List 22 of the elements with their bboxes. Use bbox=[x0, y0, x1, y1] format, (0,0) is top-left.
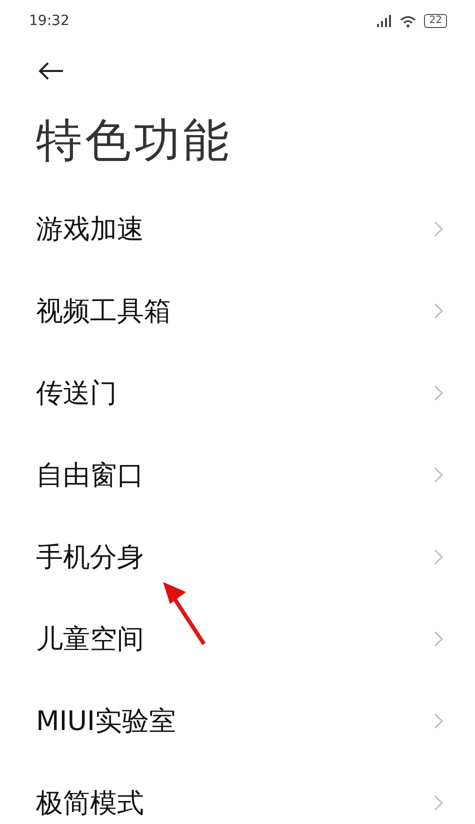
settings-item[interactable]: 游戏加速 bbox=[0, 188, 475, 270]
chevron-icon bbox=[434, 713, 443, 729]
settings-item[interactable]: MIUI实验室 bbox=[0, 680, 475, 762]
back-icon[interactable] bbox=[38, 62, 64, 80]
settings-item[interactable]: 传送门 bbox=[0, 352, 475, 434]
battery-level: 22 bbox=[424, 14, 447, 28]
status-time: 19:32 bbox=[29, 13, 70, 29]
chevron-icon bbox=[434, 795, 443, 811]
wifi-icon bbox=[400, 14, 416, 28]
chevron-icon bbox=[434, 467, 443, 483]
settings-item[interactable]: 极简模式 bbox=[0, 762, 475, 824]
settings-item[interactable]: 视频工具箱 bbox=[0, 270, 475, 352]
settings-item[interactable]: 自由窗口 bbox=[0, 434, 475, 516]
settings-item[interactable]: 手机分身 bbox=[0, 516, 475, 598]
signal-icon bbox=[376, 14, 392, 28]
chevron-icon bbox=[434, 303, 443, 319]
chevron-icon bbox=[434, 385, 443, 401]
chevron-icon bbox=[434, 221, 443, 237]
settings-item[interactable]: 儿童空间 bbox=[0, 598, 475, 680]
chevron-icon bbox=[434, 549, 443, 565]
page-title: 特色功能 bbox=[36, 112, 233, 169]
chevron-icon bbox=[434, 631, 443, 647]
